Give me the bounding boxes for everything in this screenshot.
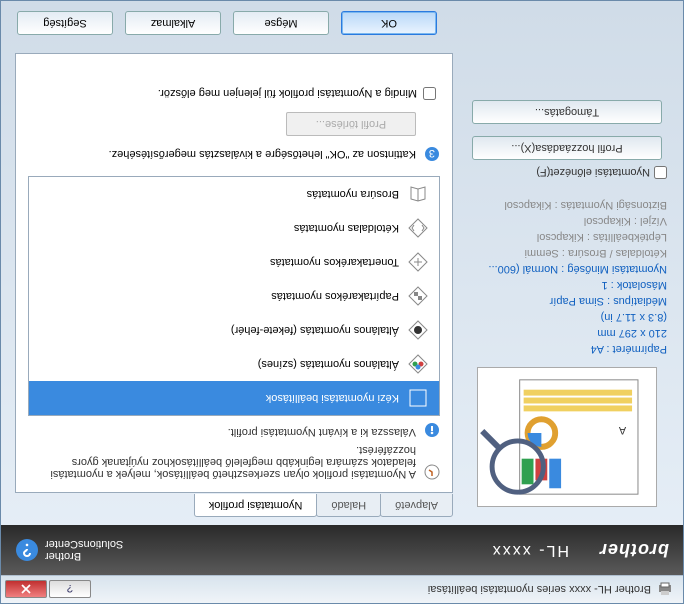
help-button[interactable]: ?	[49, 581, 91, 599]
apply-button[interactable]: Alkalmaz	[125, 11, 221, 35]
always-show-checkbox[interactable]: Mindig a Nyomtatási profilok fül jelenje…	[28, 87, 436, 100]
color-print-icon	[407, 353, 429, 375]
paper-save-icon	[407, 285, 429, 307]
print-preview-checkbox[interactable]: Nyomtatási előnézet(F)	[467, 166, 667, 179]
clock-icon	[424, 464, 440, 480]
print-settings-window: Brother HL- xxxx series nyomtatási beáll…	[0, 0, 684, 604]
solutions-icon	[15, 538, 39, 562]
titlebar[interactable]: Brother HL- xxxx series nyomtatási beáll…	[1, 575, 683, 603]
printer-icon	[657, 582, 673, 598]
info-icon	[424, 422, 440, 438]
profile-list: Kézi nyomtatási beállítások Általános ny…	[28, 176, 440, 416]
profiles-panel: A Nyomtatási profilok olyan szerkeszthet…	[15, 53, 453, 493]
hint-text: A Nyomtatási profilok olyan szerkeszthet…	[28, 444, 416, 480]
brand-logo: brother	[599, 540, 669, 561]
svg-text:3: 3	[429, 147, 435, 159]
tab-advanced[interactable]: Haladó	[316, 494, 381, 517]
list-item[interactable]: Kétoldalas nyomtatás	[29, 211, 439, 245]
step-icon: 3	[424, 146, 440, 162]
svg-text:?: ?	[67, 585, 73, 595]
hint-sub: Válassza ki a kívánt Nyomtatási profilt.	[228, 426, 416, 438]
page-preview: A	[477, 367, 657, 507]
list-item[interactable]: Brosúra nyomtatás	[29, 177, 439, 211]
model-label: HL- xxxx	[491, 541, 569, 559]
solutions-center-link[interactable]: Brother SolutionsCenter	[15, 538, 123, 562]
bw-print-icon	[407, 319, 429, 341]
delete-profile-button[interactable]: Profil törlése...	[286, 112, 416, 136]
help-button[interactable]: Segítség	[17, 11, 113, 35]
ok-button[interactable]: OK	[341, 11, 437, 35]
settings-summary: Papírméret : A4 210 x 297 mm (8.3 x 11.7…	[467, 197, 667, 357]
window-title: Brother HL- xxxx series nyomtatási beáll…	[93, 584, 651, 596]
tab-profiles[interactable]: Nyomtatási profilok	[194, 494, 318, 517]
support-button[interactable]: Támogatás...	[472, 100, 662, 124]
booklet-icon	[407, 183, 429, 205]
dialog-footer: OK Mégse Alkalmaz Segítség	[1, 11, 683, 35]
brand-header: brother HL- xxxx Brother SolutionsCenter	[1, 525, 683, 575]
tab-basic[interactable]: Alapvető	[380, 494, 453, 517]
left-panel: A Papírméret : A4 210 x 297 mm (8.3 x 11…	[459, 53, 675, 517]
list-item[interactable]: Kézi nyomtatási beállítások	[29, 381, 439, 415]
list-item[interactable]: Tonertakarékos nyomtatás	[29, 245, 439, 279]
close-button[interactable]	[5, 581, 47, 599]
ok-hint-text: Kattintson az "OK" lehetőségre a kiválas…	[109, 148, 416, 160]
list-item[interactable]: Általános nyomtatás (fekete-fehér)	[29, 313, 439, 347]
svg-text:A: A	[618, 424, 626, 436]
add-profile-button[interactable]: Profil hozzáadása(X)...	[472, 136, 662, 160]
duplex-icon	[407, 217, 429, 239]
list-item[interactable]: Általános nyomtatás (színes)	[29, 347, 439, 381]
cancel-button[interactable]: Mégse	[233, 11, 329, 35]
toner-save-icon	[407, 251, 429, 273]
list-item[interactable]: Papírtakarékos nyomtatás	[29, 279, 439, 313]
tab-strip: Alapvető Haladó Nyomtatási profilok	[195, 494, 453, 517]
manual-icon	[407, 387, 429, 409]
